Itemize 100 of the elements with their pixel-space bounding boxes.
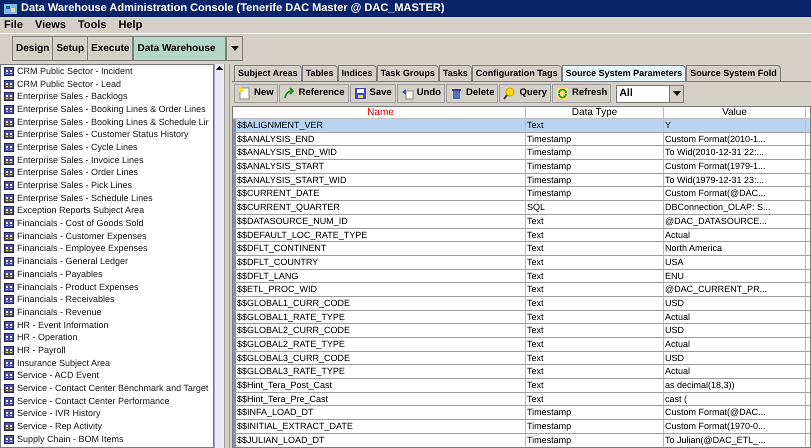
- subject-area-item[interactable]: Insurance Subject Area: [17, 358, 110, 369]
- tab[interactable]: Configuration Tags: [472, 65, 562, 81]
- table-row[interactable]: $$GLOBAL1_CURR_CODE Text USD: [233, 296, 810, 311]
- subject-area-item[interactable]: Financials - Customer Expenses: [17, 230, 147, 242]
- toolbar-button[interactable]: Query: [499, 84, 551, 103]
- subject-area-item[interactable]: Enterprise Sales - Order Lines: [17, 167, 138, 178]
- subject-area-item[interactable]: Enterprise Sales - Schedule Lines: [17, 192, 153, 204]
- table-row[interactable]: $$ANALYSIS_END_WID Timestamp To Wid(2010-12-31 22:...: [233, 146, 810, 160]
- subject-area-item[interactable]: CRM Public Sector - Lead: [17, 78, 122, 90]
- subject-area-item[interactable]: Service - ACD Event: [17, 370, 100, 382]
- table-row[interactable]: $$GLOBAL3_CURR_CODE Text USD: [233, 352, 810, 366]
- column-header[interactable]: Data Type: [526, 107, 664, 118]
- subject-area-item[interactable]: Financials - Payables: [17, 268, 103, 280]
- up-arrow-icon[interactable]: [216, 66, 223, 70]
- subject-area-item[interactable]: CRM Public Sector - Incident: [17, 66, 133, 77]
- table-row[interactable]: $$GLOBAL3_RATE_TYPE Text Actual: [233, 365, 810, 380]
- subject-area-item[interactable]: Financials - General Ledger: [17, 256, 128, 268]
- table-icon: [4, 206, 14, 216]
- table-row[interactable]: $$CURRENT_DATE Timestamp Custom Format(@DAC...: [233, 187, 810, 202]
- table-cell: Timestamp: [526, 146, 664, 160]
- table-row[interactable]: $$Hint_Tera_Post_Cast Text as decimal(18,3)): [233, 379, 810, 393]
- column-header[interactable]: Name: [236, 107, 526, 118]
- table-row[interactable]: $$DFLT_COUNTRY Text USA: [233, 256, 810, 270]
- table-row[interactable]: $$INITIAL_EXTRACT_DATE Timestamp Custom Format(1970-0...: [233, 420, 810, 434]
- table-cell: To Julian(@DAC_ETL_...: [664, 434, 806, 446]
- subject-area-item[interactable]: HR - Payroll: [17, 344, 66, 356]
- table-row[interactable]: $$DFLT_LANG Text ENU: [233, 270, 810, 284]
- table-cell: Actual: [664, 310, 806, 324]
- table-row[interactable]: $$DATASOURCE_NUM_ID Text @DAC_DATASOURCE...: [233, 214, 810, 228]
- table-cell: Custom Format(2010-1...: [664, 132, 806, 146]
- table-row[interactable]: $$INFA_LOAD_DT Timestamp Custom Format(@DAC...: [233, 406, 810, 420]
- menu-item[interactable]: Help: [118, 16, 142, 34]
- subject-area-item[interactable]: Enterprise Sales - Pick Lines: [17, 180, 132, 192]
- table-icon: [4, 308, 14, 317]
- toolbar-button[interactable]: Refresh: [552, 84, 612, 103]
- table-row[interactable]: $$ANALYSIS_START Timestamp Custom Format(1979-1...: [233, 160, 810, 174]
- table-icon: [4, 434, 14, 444]
- menu-item[interactable]: Tools: [78, 16, 106, 34]
- toolbar-button[interactable]: Save: [350, 84, 396, 103]
- subject-area-item[interactable]: Service - IVR History: [17, 408, 101, 420]
- table-row[interactable]: $$GLOBAL2_RATE_TYPE Text Actual: [233, 338, 810, 352]
- tab[interactable]: Source System Parameters: [562, 65, 686, 81]
- menu-item[interactable]: File: [4, 16, 23, 34]
- table-row[interactable]: $$GLOBAL2_CURR_CODE Text USD: [233, 324, 810, 338]
- dropdown-button[interactable]: [226, 36, 244, 60]
- table-cell: cast (: [664, 392, 806, 406]
- subject-area-item[interactable]: Exception Reports Subject Area: [17, 205, 144, 216]
- tab[interactable]: Tables: [302, 65, 338, 81]
- menu-item[interactable]: Views: [34, 16, 66, 34]
- toolbar-button[interactable]: Delete: [446, 84, 498, 103]
- tab[interactable]: Source System Fold: [686, 65, 781, 81]
- table-row[interactable]: $$CURRENT_QUARTER SQL DBConnection_OLAP: S...: [233, 201, 810, 215]
- subject-area-item[interactable]: Service - Contact Center Performance: [17, 396, 170, 407]
- subject-area-item[interactable]: Financials - Receivables: [17, 294, 115, 306]
- table-cell: $$GLOBAL1_RATE_TYPE: [236, 310, 526, 324]
- subject-area-item[interactable]: Service - Rep Activity: [17, 421, 102, 432]
- tab[interactable]: Tasks: [438, 65, 472, 81]
- subject-area-item[interactable]: Enterprise Sales - Backlogs: [17, 91, 128, 102]
- table-row[interactable]: $$ANALYSIS_START_WID Timestamp To Wid(1979-12-31 23:...: [233, 174, 810, 188]
- subject-area-item[interactable]: HR - Operation: [17, 332, 78, 344]
- tab[interactable]: Indices: [338, 65, 377, 81]
- table-cell: $$GLOBAL2_RATE_TYPE: [236, 338, 526, 351]
- subject-area-item[interactable]: Enterprise Sales - Booking Lines & Order Lines: [17, 104, 206, 115]
- table-row[interactable]: $$DEFAULT_LOC_RATE_TYPE Text Actual: [233, 228, 810, 242]
- filter-dropdown[interactable]: All: [616, 84, 684, 102]
- column-header[interactable]: Value: [664, 107, 806, 118]
- subject-area-item[interactable]: Financials - Cost of Goods Sold: [17, 218, 144, 230]
- tab[interactable]: Task Groups: [376, 65, 439, 81]
- subject-area-item[interactable]: Enterprise Sales - Booking Lines & Schedule Lir: [17, 116, 209, 128]
- table-row[interactable]: $$Hint_Tera_Pre_Cast Text cast (: [233, 392, 810, 406]
- table-cell: Text: [526, 214, 664, 228]
- subject-area-item[interactable]: Financials - Product Expenses: [17, 282, 139, 293]
- table-cell: $$GLOBAL1_CURR_CODE: [236, 296, 526, 310]
- table-cell: $$Hint_Tera_Post_Cast: [236, 379, 526, 392]
- table-icon: [4, 66, 14, 76]
- subject-area-item[interactable]: Enterprise Sales - Cycle Lines: [17, 142, 138, 153]
- table-icon: [4, 92, 14, 102]
- subject-area-item[interactable]: HR - Event Information: [17, 320, 109, 331]
- subject-area-item[interactable]: Supply Chain - BOM Items: [17, 434, 124, 445]
- subject-area-item[interactable]: Financials - Revenue: [17, 306, 102, 318]
- magnifier-icon: [503, 87, 516, 100]
- dropdown-button[interactable]: [669, 86, 684, 102]
- table-row[interactable]: $$DFLT_CONTINENT Text North America: [233, 242, 810, 256]
- subject-area-item[interactable]: Enterprise Sales - Customer Status History: [17, 129, 189, 140]
- table-row[interactable]: $$ALIGNMENT_VER Text Y: [233, 119, 810, 133]
- table-row[interactable]: $$GLOBAL1_RATE_TYPE Text Actual: [233, 310, 810, 324]
- caret-icon: [230, 46, 239, 50]
- subject-area-item[interactable]: Enterprise Sales - Invoice Lines: [17, 154, 144, 166]
- subject-area-item[interactable]: Service - Contact Center Benchmark and Target: [17, 383, 208, 394]
- toolbar-button[interactable]: Undo: [396, 84, 445, 103]
- toolbar-button[interactable]: New: [234, 84, 278, 103]
- toolbar-button[interactable]: Reference: [278, 84, 348, 103]
- table-cell: Timestamp: [526, 420, 664, 433]
- table-row[interactable]: $$ETL_PROC_WID Text @DAC_CURRENT_PR...: [233, 283, 810, 297]
- subject-area-item[interactable]: Financials - Employee Expenses: [17, 243, 148, 254]
- table-row[interactable]: $$ANALYSIS_END Timestamp Custom Format(2010-1...: [233, 132, 810, 146]
- view-button[interactable]: Data Warehouse: [133, 36, 226, 60]
- tab[interactable]: Subject Areas: [234, 65, 302, 81]
- table-cell: USD: [664, 296, 806, 310]
- table-cell: Custom Format(@DAC...: [664, 187, 806, 200]
